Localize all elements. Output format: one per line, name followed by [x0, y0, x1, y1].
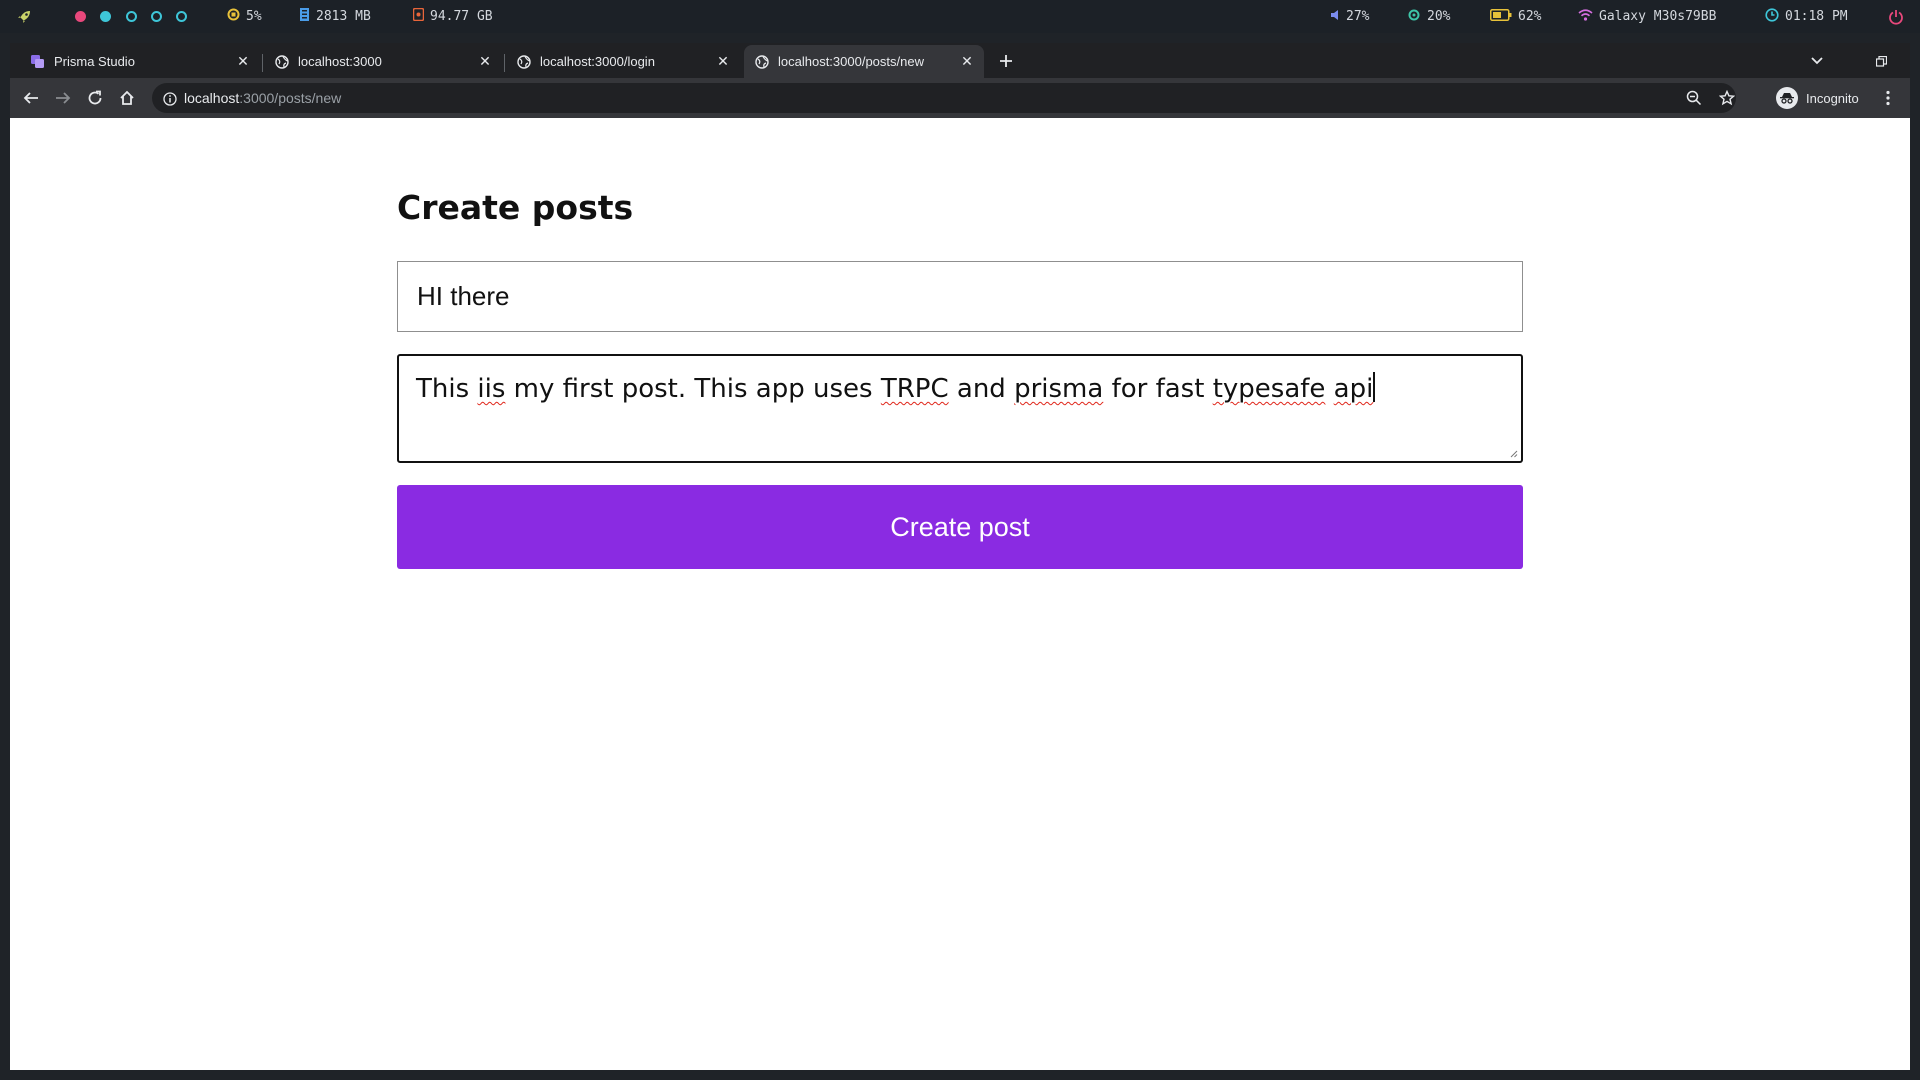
profile-label: Incognito: [1806, 90, 1859, 106]
back-arrow-icon[interactable]: [19, 86, 43, 110]
disk-widget: 94.77 GB: [412, 0, 493, 33]
workspace-3-indicator[interactable]: [126, 11, 137, 22]
content-word: for fast: [1111, 374, 1205, 404]
memory-value: 2813 MB: [316, 9, 371, 24]
launcher-icon[interactable]: [16, 0, 32, 33]
content-word: This: [416, 374, 470, 404]
brightness-icon: [1407, 8, 1421, 26]
workspace-2-indicator[interactable]: [100, 11, 111, 22]
restore-window-icon[interactable]: [1869, 49, 1893, 73]
content-text: This iis my first post. This app uses TR…: [416, 372, 1376, 404]
memory-icon: [299, 8, 310, 25]
disk-icon: [412, 7, 425, 25]
reload-icon[interactable]: [83, 86, 107, 110]
browser-menu-icon[interactable]: [1876, 86, 1900, 110]
clock-value: 01:18 PM: [1785, 9, 1848, 24]
zoom-icon[interactable]: [1686, 90, 1702, 110]
power-icon[interactable]: [1888, 0, 1904, 33]
page-title: Create posts: [397, 188, 634, 227]
tab-divider: [504, 54, 505, 72]
tab-localhost-login[interactable]: localhost:3000/login ✕: [506, 45, 740, 78]
battery-icon: [1490, 8, 1512, 25]
brightness-value: 20%: [1427, 9, 1451, 24]
tab-search-chevron-icon[interactable]: [1805, 49, 1829, 73]
new-tab-icon[interactable]: [994, 49, 1018, 73]
tab-label: Prisma Studio: [54, 54, 135, 69]
incognito-icon: [1776, 87, 1798, 109]
tab-divider: [262, 54, 263, 72]
resize-handle-icon[interactable]: [1510, 450, 1518, 458]
globe-icon: [274, 54, 289, 69]
misspelled-word: TRPC: [880, 374, 949, 404]
bookmark-star-icon[interactable]: [1718, 89, 1736, 110]
create-post-button[interactable]: Create post: [397, 485, 1523, 569]
battery-widget: 62%: [1490, 0, 1541, 33]
tab-label: localhost:3000: [298, 54, 382, 69]
workspace-1-indicator[interactable]: [75, 11, 86, 22]
cpu-value: 5%: [246, 9, 262, 24]
tab-posts-new[interactable]: localhost:3000/posts/new ✕: [744, 45, 984, 78]
workspace-4-indicator[interactable]: [151, 11, 162, 22]
post-title-input[interactable]: HI there: [397, 261, 1523, 332]
volume-widget[interactable]: 27%: [1330, 0, 1369, 33]
tab-label: localhost:3000/login: [540, 54, 655, 69]
disk-value: 94.77 GB: [430, 9, 493, 24]
cpu-icon: [227, 8, 240, 25]
close-tab-icon[interactable]: ✕: [236, 54, 250, 68]
content-word: my first post. This app uses: [513, 374, 873, 404]
browser-toolbar: localhost:3000/posts/new Incognito: [10, 78, 1910, 118]
cpu-widget: 5%: [227, 0, 262, 33]
url-text: localhost:3000/posts/new: [184, 90, 341, 106]
wifi-icon: [1578, 8, 1593, 25]
misspelled-word: prisma: [1014, 374, 1104, 404]
volume-icon: [1330, 9, 1340, 25]
tab-prisma-studio[interactable]: Prisma Studio ✕: [20, 45, 260, 78]
misspelled-word: typesafe: [1212, 374, 1326, 404]
misspelled-word: iis: [477, 374, 506, 404]
url-path: :3000/posts/new: [239, 90, 342, 106]
address-bar[interactable]: localhost:3000/posts/new: [152, 83, 1736, 113]
misspelled-word: api: [1333, 374, 1374, 404]
incognito-profile-button[interactable]: Incognito: [1776, 83, 1859, 113]
tab-label: localhost:3000/posts/new: [778, 54, 924, 69]
battery-value: 62%: [1518, 9, 1542, 24]
volume-value: 27%: [1346, 9, 1370, 24]
home-icon[interactable]: [115, 86, 139, 110]
prisma-icon: [30, 54, 45, 69]
close-tab-icon[interactable]: ✕: [716, 54, 730, 68]
post-content-textarea[interactable]: This iis my first post. This app uses TR…: [397, 354, 1523, 463]
globe-icon: [516, 54, 531, 69]
text-cursor: [1373, 372, 1376, 402]
forward-arrow-icon[interactable]: [51, 86, 75, 110]
tab-localhost-root[interactable]: localhost:3000 ✕: [264, 45, 502, 78]
page-content: Create posts HI there This iis my first …: [10, 118, 1910, 1070]
brightness-widget[interactable]: 20%: [1407, 0, 1450, 33]
workspace-5-indicator[interactable]: [176, 11, 187, 22]
wifi-widget[interactable]: Galaxy M30s79BB: [1578, 0, 1716, 33]
memory-widget: 2813 MB: [299, 0, 371, 33]
tab-strip: Prisma Studio ✕ localhost:3000 ✕ localho…: [10, 43, 1910, 78]
close-tab-icon[interactable]: ✕: [960, 54, 974, 68]
browser-window: Prisma Studio ✕ localhost:3000 ✕ localho…: [10, 43, 1910, 1070]
system-status-bar: 5% 2813 MB 94.77 GB 27% 20% 62% Galaxy M…: [0, 0, 1920, 33]
clock-widget: 01:18 PM: [1765, 0, 1848, 33]
wifi-network-name: Galaxy M30s79BB: [1599, 9, 1717, 24]
url-host: localhost: [184, 90, 240, 106]
content-word: and: [956, 374, 1006, 404]
clock-icon: [1765, 7, 1779, 26]
globe-icon: [754, 54, 769, 69]
site-info-icon[interactable]: [163, 91, 177, 110]
close-tab-icon[interactable]: ✕: [478, 54, 492, 68]
